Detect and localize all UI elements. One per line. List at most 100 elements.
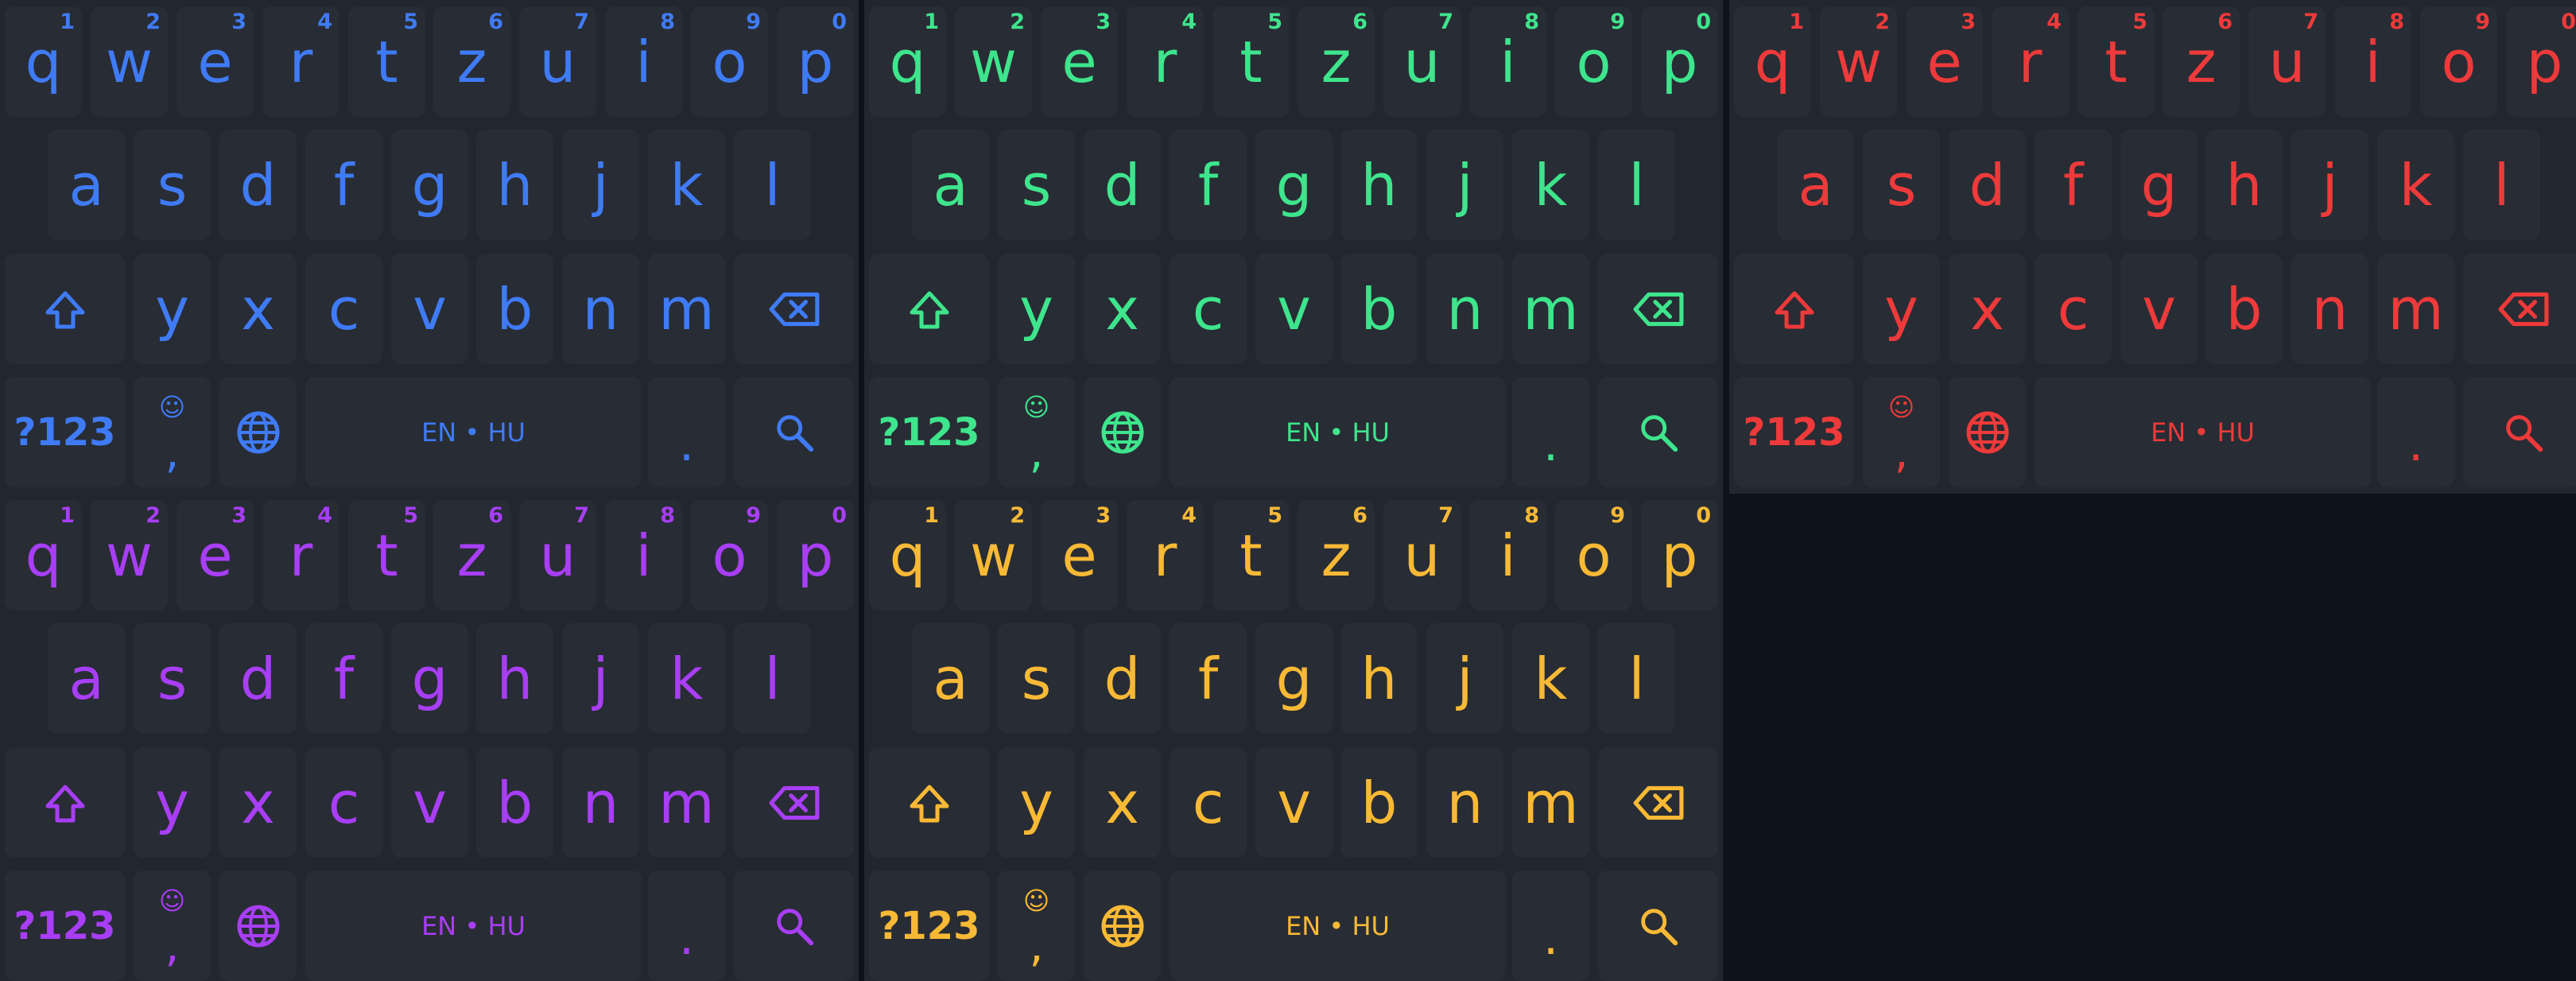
key-letter[interactable]: m	[648, 254, 725, 364]
key-letter[interactable]: r4	[1127, 500, 1204, 611]
key-letter[interactable]: d	[219, 130, 297, 240]
key-letter[interactable]: k	[2377, 130, 2454, 240]
key-letter[interactable]: f	[305, 623, 382, 734]
backspace-key[interactable]	[2463, 254, 2576, 364]
key-letter[interactable]: c	[1170, 254, 1247, 364]
key-letter[interactable]: m	[1512, 254, 1589, 364]
shift-key[interactable]	[5, 747, 125, 858]
key-letter[interactable]: r4	[262, 500, 339, 611]
key-letter[interactable]: o9	[691, 500, 768, 611]
key-letter[interactable]: y	[134, 254, 211, 364]
key-letter[interactable]: n	[1426, 747, 1503, 858]
key-letter[interactable]: i8	[2334, 6, 2411, 117]
key-letter[interactable]: x	[1084, 747, 1161, 858]
symbols-key[interactable]: ?123	[5, 870, 125, 981]
key-letter[interactable]: m	[648, 747, 725, 858]
language-switch-key[interactable]	[1084, 870, 1161, 981]
key-letter[interactable]: w2	[955, 500, 1032, 611]
key-letter[interactable]: e3	[1906, 6, 1983, 117]
key-letter[interactable]: b	[1340, 747, 1418, 858]
language-switch-key[interactable]	[1949, 377, 2026, 487]
space-bar[interactable]: EN • HU	[1170, 870, 1506, 981]
key-letter[interactable]: n	[2291, 254, 2368, 364]
key-letter[interactable]: f	[1170, 623, 1247, 734]
key-letter[interactable]: l	[1598, 130, 1675, 240]
key-letter[interactable]: q1	[869, 500, 946, 611]
key-letter[interactable]: j	[1426, 623, 1503, 734]
key-letter[interactable]: d	[1084, 623, 1161, 734]
key-letter[interactable]: u7	[2248, 6, 2326, 117]
space-bar[interactable]: EN • HU	[305, 377, 642, 487]
key-letter[interactable]: x	[219, 747, 297, 858]
key-letter[interactable]: i8	[1469, 6, 1546, 117]
key-letter[interactable]: g	[391, 130, 468, 240]
emoji-comma-key[interactable]: ☺,	[134, 377, 211, 487]
search-key[interactable]	[1598, 870, 1718, 981]
shift-key[interactable]	[1734, 254, 1854, 364]
key-letter[interactable]: z6	[2163, 6, 2240, 117]
key-letter[interactable]: y	[998, 747, 1075, 858]
key-letter[interactable]: s	[134, 130, 211, 240]
key-letter[interactable]: h	[1340, 130, 1418, 240]
key-letter[interactable]: h	[2206, 130, 2283, 240]
key-letter[interactable]: x	[1949, 254, 2026, 364]
key-letter[interactable]: o9	[1555, 6, 1632, 117]
key-letter[interactable]: t5	[2077, 6, 2155, 117]
key-letter[interactable]: y	[134, 747, 211, 858]
key-letter[interactable]: l	[734, 130, 811, 240]
key-letter[interactable]: k	[648, 623, 725, 734]
key-letter[interactable]: b	[476, 747, 553, 858]
key-letter[interactable]: z6	[433, 500, 510, 611]
key-letter[interactable]: e3	[177, 500, 254, 611]
key-letter[interactable]: c	[2035, 254, 2112, 364]
backspace-key[interactable]	[734, 254, 854, 364]
key-letter[interactable]: a	[912, 130, 989, 240]
language-switch-key[interactable]	[219, 870, 297, 981]
key-letter[interactable]: w2	[91, 6, 168, 117]
key-letter[interactable]: o9	[691, 6, 768, 117]
key-letter[interactable]: v	[1255, 747, 1333, 858]
key-letter[interactable]: s	[134, 623, 211, 734]
key-letter[interactable]: p0	[1641, 6, 1718, 117]
symbols-key[interactable]: ?123	[869, 870, 989, 981]
shift-key[interactable]	[869, 254, 989, 364]
emoji-comma-key[interactable]: ☺,	[134, 870, 211, 981]
search-key[interactable]	[2463, 377, 2576, 487]
key-letter[interactable]: v	[2120, 254, 2198, 364]
space-bar[interactable]: EN • HU	[1170, 377, 1506, 487]
key-letter[interactable]: c	[1170, 747, 1247, 858]
key-letter[interactable]: u7	[1383, 500, 1461, 611]
key-letter[interactable]: m	[2377, 254, 2454, 364]
key-letter[interactable]: z6	[433, 6, 510, 117]
key-letter[interactable]: q1	[1734, 6, 1811, 117]
key-letter[interactable]: f	[305, 130, 382, 240]
period-key[interactable]: .	[1512, 377, 1589, 487]
space-bar[interactable]: EN • HU	[2035, 377, 2371, 487]
key-letter[interactable]: b	[476, 254, 553, 364]
key-letter[interactable]: u7	[519, 6, 596, 117]
key-letter[interactable]: u7	[1383, 6, 1461, 117]
key-letter[interactable]: g	[2120, 130, 2198, 240]
key-letter[interactable]: h	[1340, 623, 1418, 734]
key-letter[interactable]: t5	[348, 6, 425, 117]
key-letter[interactable]: b	[1340, 254, 1418, 364]
key-letter[interactable]: n	[562, 747, 639, 858]
key-letter[interactable]: a	[912, 623, 989, 734]
search-key[interactable]	[734, 870, 854, 981]
key-letter[interactable]: z6	[1298, 6, 1375, 117]
period-key[interactable]: .	[1512, 870, 1589, 981]
key-letter[interactable]: a	[48, 130, 125, 240]
key-letter[interactable]: y	[1863, 254, 1940, 364]
key-letter[interactable]: o9	[1555, 500, 1632, 611]
key-letter[interactable]: n	[1426, 254, 1503, 364]
key-letter[interactable]: z6	[1298, 500, 1375, 611]
key-letter[interactable]: c	[305, 747, 382, 858]
key-letter[interactable]: m	[1512, 747, 1589, 858]
key-letter[interactable]: j	[1426, 130, 1503, 240]
key-letter[interactable]: o9	[2420, 6, 2497, 117]
key-letter[interactable]: v	[391, 747, 468, 858]
key-letter[interactable]: e3	[177, 6, 254, 117]
key-letter[interactable]: k	[1512, 623, 1589, 734]
key-letter[interactable]: g	[391, 623, 468, 734]
key-letter[interactable]: g	[1255, 130, 1333, 240]
